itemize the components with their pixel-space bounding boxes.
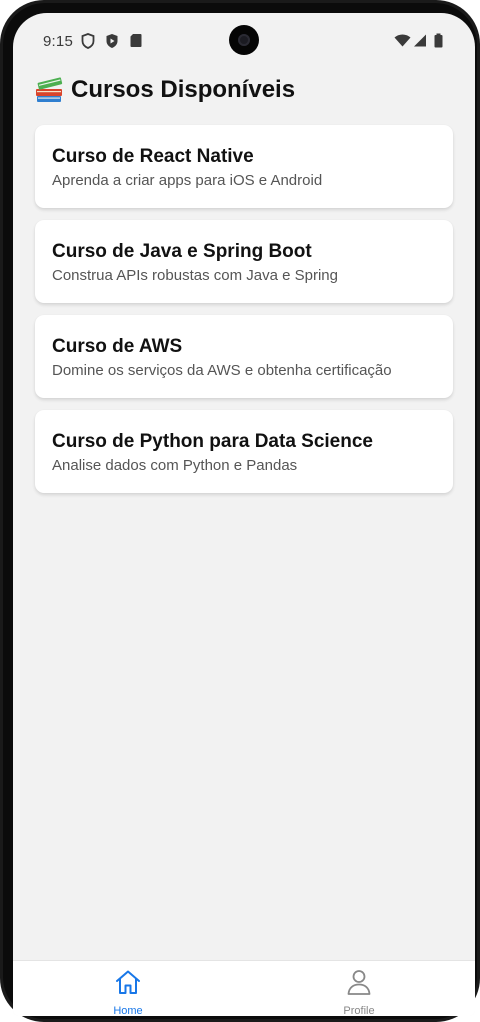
status-bar: 9:15 <box>13 13 475 65</box>
tab-profile[interactable]: Profile <box>309 967 409 1016</box>
course-card-react-native[interactable]: Curso de React Native Aprenda a criar ap… <box>35 125 453 208</box>
course-description: Construa APIs robustas com Java e Spring <box>52 267 338 284</box>
home-icon <box>113 967 143 1002</box>
books-icon <box>35 76 65 104</box>
shield-icon <box>81 33 95 54</box>
course-description: Domine os serviços da AWS e obtenha cert… <box>52 362 392 379</box>
play-protect-icon <box>105 33 119 54</box>
signal-icon <box>413 34 427 52</box>
course-description: Analise dados com Python e Pandas <box>52 457 298 474</box>
device-bezel: 9:15 Cursos Disponíveis Curso de React N… <box>3 3 477 1019</box>
profile-icon <box>344 967 374 1002</box>
tab-home-label: Home <box>113 1005 143 1016</box>
sd-card-icon <box>130 33 142 53</box>
course-description: Aprenda a criar apps para iOS e Android <box>52 172 323 189</box>
page-header: Cursos Disponíveis <box>35 73 295 107</box>
course-card-python-data-science[interactable]: Curso de Python para Data Science Analis… <box>35 410 453 493</box>
course-card-java-spring[interactable]: Curso de Java e Spring Boot Construa API… <box>35 220 453 303</box>
device-frame: 9:15 Cursos Disponíveis Curso de React N… <box>0 0 480 1022</box>
course-card-aws[interactable]: Curso de AWS Domine os serviços da AWS e… <box>35 315 453 398</box>
bottom-tab-bar: Home Profile <box>13 960 475 1016</box>
status-time: 9:15 <box>43 33 73 50</box>
screen: 9:15 Cursos Disponíveis Curso de React N… <box>13 13 475 1016</box>
course-title: Curso de AWS <box>52 336 183 357</box>
front-camera <box>229 25 259 55</box>
wifi-icon <box>394 34 411 52</box>
page-title: Cursos Disponíveis <box>71 76 296 103</box>
tab-profile-label: Profile <box>343 1005 375 1016</box>
course-title: Curso de React Native <box>52 146 254 167</box>
tab-home[interactable]: Home <box>78 967 178 1016</box>
battery-icon <box>434 33 443 53</box>
course-title: Curso de Python para Data Science <box>52 431 373 452</box>
course-title: Curso de Java e Spring Boot <box>52 241 312 262</box>
course-list: Curso de React Native Aprenda a criar ap… <box>35 125 453 505</box>
